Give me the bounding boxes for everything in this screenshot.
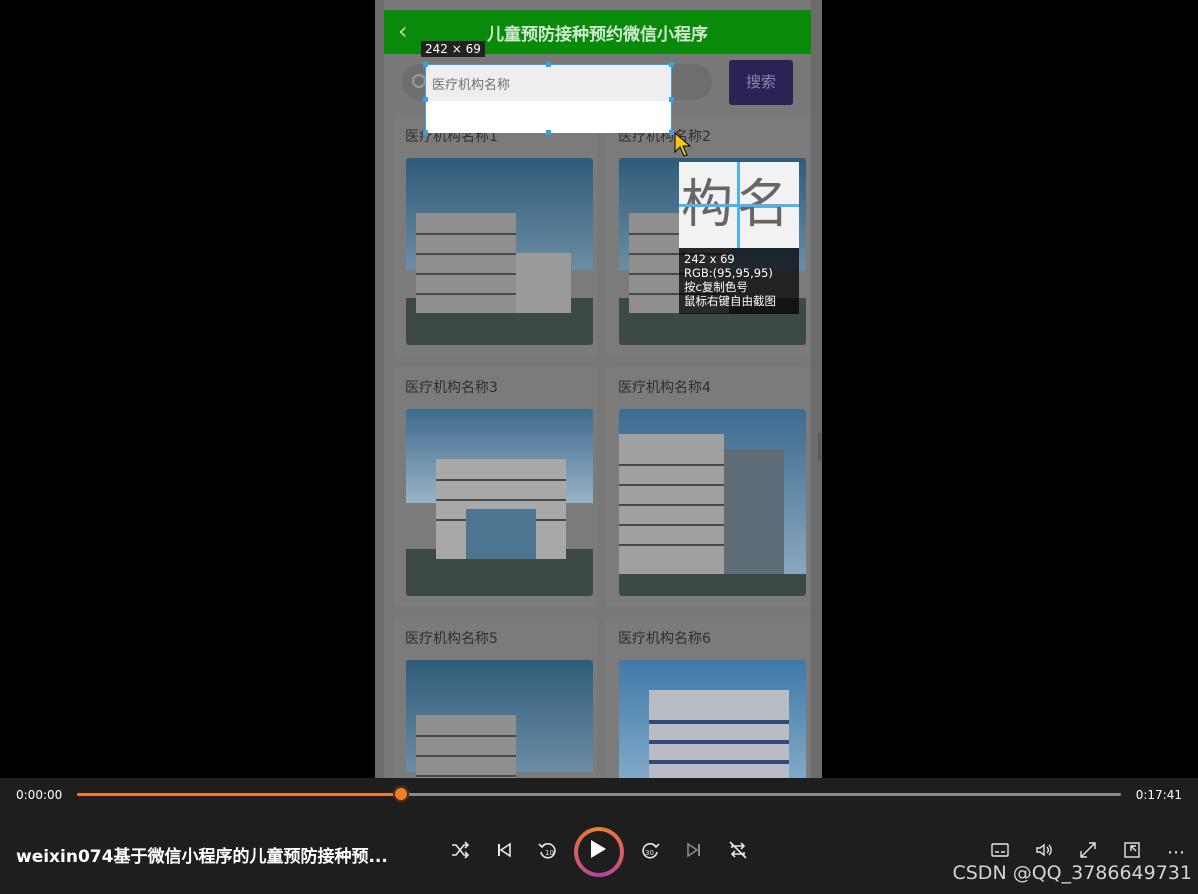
crosshair-vertical [737, 162, 740, 248]
resize-handle[interactable] [423, 130, 428, 135]
scrollbar[interactable] [818, 433, 821, 461]
duration: 0:17:41 [1135, 788, 1182, 802]
institution-name: 医疗机构名称4 [618, 380, 711, 396]
seek-bar[interactable] [77, 786, 1121, 802]
mini-program-page: ‹ 儿童预防接种预约微信小程序 搜索 医疗机构名称1 医疗机构名称2 医疗机构名… [384, 0, 811, 894]
rewind-10-icon[interactable]: 10 [535, 840, 561, 866]
video-title: weixin074基于微信小程序的儿童预防接种预... [16, 847, 388, 867]
institution-name: 医疗机构名称6 [618, 631, 711, 647]
forward-30-icon[interactable]: 30 [637, 840, 663, 866]
institution-card[interactable]: 医疗机构名称4 [606, 367, 810, 607]
hospital-image [406, 409, 593, 596]
play-icon [591, 840, 606, 858]
institution-card[interactable]: 医疗机构名称1 [393, 116, 597, 356]
seek-thumb[interactable] [392, 786, 409, 802]
resize-handle[interactable] [546, 62, 551, 67]
institution-name: 医疗机构名称3 [405, 380, 498, 396]
previous-icon[interactable] [491, 840, 517, 866]
video-player-bar: 0:00:00 0:17:41 weixin074基于微信小程序的儿童预防接种预… [0, 778, 1198, 894]
svg-text:10: 10 [545, 849, 554, 857]
search-placeholder: 医疗机构名称 [432, 78, 511, 93]
picker-info: 242 x 69 RGB:(95,95,95) 按c复制色号 鼠标右键自由截图 [684, 252, 776, 308]
resize-handle[interactable] [669, 97, 674, 102]
info-right-click-hint: 鼠标右键自由截图 [684, 294, 776, 308]
institution-name: 医疗机构名称5 [405, 631, 498, 647]
svg-text:30: 30 [645, 849, 654, 857]
screenshot-selection[interactable]: 医疗机构名称 [423, 62, 674, 135]
hospital-image [406, 158, 593, 345]
resize-handle[interactable] [546, 130, 551, 135]
institution-card[interactable]: 医疗机构名称3 [393, 367, 597, 607]
info-copy-hint: 按c复制色号 [684, 280, 748, 294]
play-button[interactable] [574, 827, 624, 877]
current-time: 0:00:00 [16, 788, 63, 802]
repeat-off-icon[interactable] [725, 840, 751, 866]
search-icon [412, 74, 426, 88]
color-picker-magnifier: 构名 242 x 69 RGB:(95,95,95) 按c复制色号 鼠标右键自由… [679, 162, 799, 314]
resize-handle[interactable] [423, 62, 428, 67]
next-icon[interactable] [681, 840, 707, 866]
hospital-image [619, 409, 806, 596]
selection-size-label: 242 × 69 [421, 41, 485, 57]
watermark: CSDN @QQ_3786649731 [952, 862, 1192, 884]
search-button[interactable]: 搜索 [729, 60, 793, 105]
info-size: 242 x 69 [684, 252, 735, 266]
info-rgb: RGB:(95,95,95) [684, 266, 773, 280]
seek-progress [77, 793, 401, 796]
shuffle-icon[interactable] [447, 840, 473, 866]
mouse-cursor-icon [674, 132, 692, 157]
phone-frame: ‹ 儿童预防接种预约微信小程序 搜索 医疗机构名称1 医疗机构名称2 医疗机构名… [375, 0, 822, 894]
resize-handle[interactable] [669, 62, 674, 67]
resize-handle[interactable] [423, 97, 428, 102]
